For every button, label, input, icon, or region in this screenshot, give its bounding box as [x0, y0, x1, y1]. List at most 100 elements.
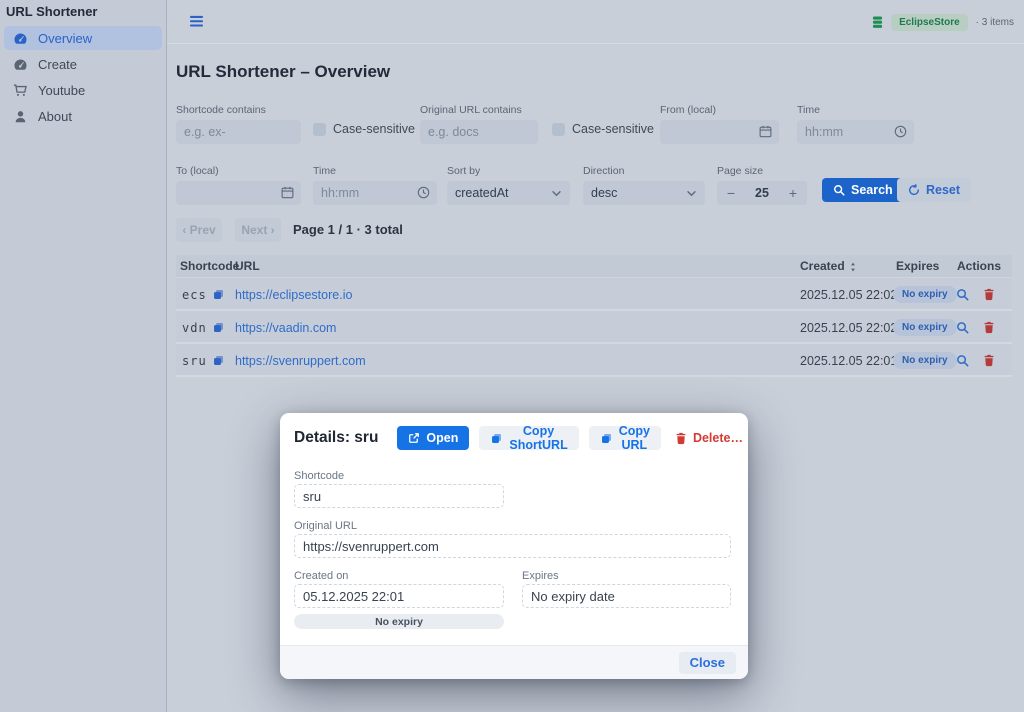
copy-shorturl-button[interactable]: Copy ShortURL	[479, 426, 578, 450]
filter-shortcode: Shortcode contains	[176, 104, 301, 144]
shortcode-cell: sru	[182, 344, 207, 377]
dialog-footer: Close	[280, 645, 748, 679]
sort-by-select[interactable]: createdAt	[447, 181, 570, 205]
menu-toggle-icon[interactable]	[189, 15, 204, 28]
created-cell: 2025.12.05 22:01	[800, 344, 897, 377]
cart-icon	[13, 83, 28, 98]
expiry-badge: No expiry	[893, 352, 957, 369]
table-row: vdn https://vaadin.com 2025.12.05 22:02 …	[176, 311, 1012, 344]
items-count: · 3 items	[976, 17, 1014, 28]
copy-icon[interactable]	[212, 311, 225, 344]
sidebar-item-about[interactable]: About	[4, 104, 162, 128]
sidebar-nav: Overview Create Youtube About	[0, 25, 166, 131]
shortcode-field[interactable]	[294, 484, 504, 508]
filter-page-size: Page size − 25 +	[717, 165, 807, 205]
sidebar-item-create[interactable]: Create	[4, 52, 162, 76]
from-time-input[interactable]	[797, 120, 914, 144]
details-icon[interactable]	[956, 311, 969, 344]
filter-original-url: Original URL contains	[420, 104, 538, 144]
sidebar-item-overview[interactable]: Overview	[4, 26, 162, 50]
sidebar: URL Shortener Overview Create Youtube Ab…	[0, 0, 167, 712]
trash-icon[interactable]	[983, 344, 995, 377]
column-header-created[interactable]: Created	[800, 255, 857, 278]
decrement-button[interactable]: −	[717, 181, 745, 205]
sidebar-item-label: Youtube	[38, 83, 85, 98]
column-header-shortcode: Shortcode	[180, 255, 239, 278]
filter-label: Shortcode contains	[176, 104, 301, 116]
chevron-down-icon	[551, 190, 562, 197]
filter-label: From (local)	[660, 104, 779, 116]
url-link[interactable]: https://vaadin.com	[235, 321, 336, 335]
created-on-field-label: Created on	[294, 570, 348, 582]
trash-icon[interactable]	[983, 278, 995, 311]
case-sensitive-shortcode[interactable]: Case-sensitive	[313, 122, 415, 136]
select-value: createdAt	[455, 186, 509, 200]
sidebar-item-youtube[interactable]: Youtube	[4, 78, 162, 102]
filter-direction: Direction desc	[583, 165, 705, 205]
expiry-badge: No expiry	[893, 286, 957, 303]
delete-button-label: Delete…	[693, 431, 743, 445]
sidebar-item-label: Overview	[38, 31, 92, 46]
expires-field[interactable]	[522, 584, 731, 608]
topbar-status: EclipseStore · 3 items	[872, 0, 1014, 44]
created-cell: 2025.12.05 22:02	[800, 311, 897, 344]
filter-to-time: Time	[313, 165, 437, 205]
shortcode-contains-input[interactable]	[176, 120, 301, 144]
to-time-input[interactable]	[313, 181, 437, 205]
direction-select[interactable]: desc	[583, 181, 705, 205]
copy-icon[interactable]	[212, 278, 225, 311]
original-url-field[interactable]	[294, 534, 731, 558]
url-link[interactable]: https://svenruppert.com	[235, 354, 366, 368]
copy-icon	[600, 432, 613, 445]
case-sensitive-url[interactable]: Case-sensitive	[552, 122, 654, 136]
page-size-value: 25	[745, 186, 779, 200]
trash-icon[interactable]	[983, 311, 995, 344]
filter-label: To (local)	[176, 165, 301, 177]
dialog-title: Details: sru	[294, 429, 378, 447]
next-page-button[interactable]: Next ›	[235, 218, 281, 242]
store-badge: EclipseStore	[891, 14, 968, 31]
column-header-label: Created	[800, 255, 845, 278]
to-date-input[interactable]	[176, 181, 301, 205]
refresh-icon	[908, 184, 920, 196]
checkbox[interactable]	[552, 123, 565, 136]
search-button-label: Search	[851, 183, 893, 197]
filter-label: Time	[797, 104, 914, 116]
delete-button[interactable]: Delete…	[671, 426, 747, 450]
url-link[interactable]: https://eclipsestore.io	[235, 288, 352, 302]
app-title: URL Shortener	[0, 0, 166, 25]
external-link-icon	[408, 432, 420, 444]
expires-field-label: Expires	[522, 570, 559, 582]
trash-icon	[675, 432, 687, 445]
reset-button[interactable]: Reset	[897, 178, 971, 202]
column-header-expires: Expires	[896, 255, 939, 278]
from-date-input[interactable]	[660, 120, 779, 144]
shortcode-cell: ecs	[182, 278, 207, 311]
prev-page-button[interactable]: ‹ Prev	[176, 218, 222, 242]
filter-label: Page size	[717, 165, 807, 177]
search-icon	[833, 184, 845, 196]
open-button-label: Open	[426, 431, 458, 445]
close-button[interactable]: Close	[679, 652, 736, 674]
dialog-header: Details: sru Open Copy ShortURL Copy URL…	[280, 413, 748, 450]
details-icon[interactable]	[956, 344, 969, 377]
copy-url-label: Copy URL	[619, 424, 650, 452]
shortcode-cell: vdn	[182, 311, 207, 344]
copy-icon[interactable]	[212, 344, 225, 377]
shortcode-field-label: Shortcode	[294, 470, 344, 482]
page-size-stepper: − 25 +	[717, 181, 807, 205]
dashboard-icon	[13, 57, 28, 72]
sort-updown-icon	[849, 262, 857, 272]
created-on-field[interactable]	[294, 584, 504, 608]
details-icon[interactable]	[956, 278, 969, 311]
increment-button[interactable]: +	[779, 181, 807, 205]
original-url-contains-input[interactable]	[420, 120, 538, 144]
checkbox[interactable]	[313, 123, 326, 136]
table-row: sru https://svenruppert.com 2025.12.05 2…	[176, 344, 1012, 377]
open-button[interactable]: Open	[397, 426, 469, 450]
filter-from-time: Time	[797, 104, 914, 144]
copy-url-button[interactable]: Copy URL	[589, 426, 661, 450]
search-button[interactable]: Search	[822, 178, 904, 202]
filter-label: Original URL contains	[420, 104, 538, 116]
table-row: ecs https://eclipsestore.io 2025.12.05 2…	[176, 278, 1012, 311]
